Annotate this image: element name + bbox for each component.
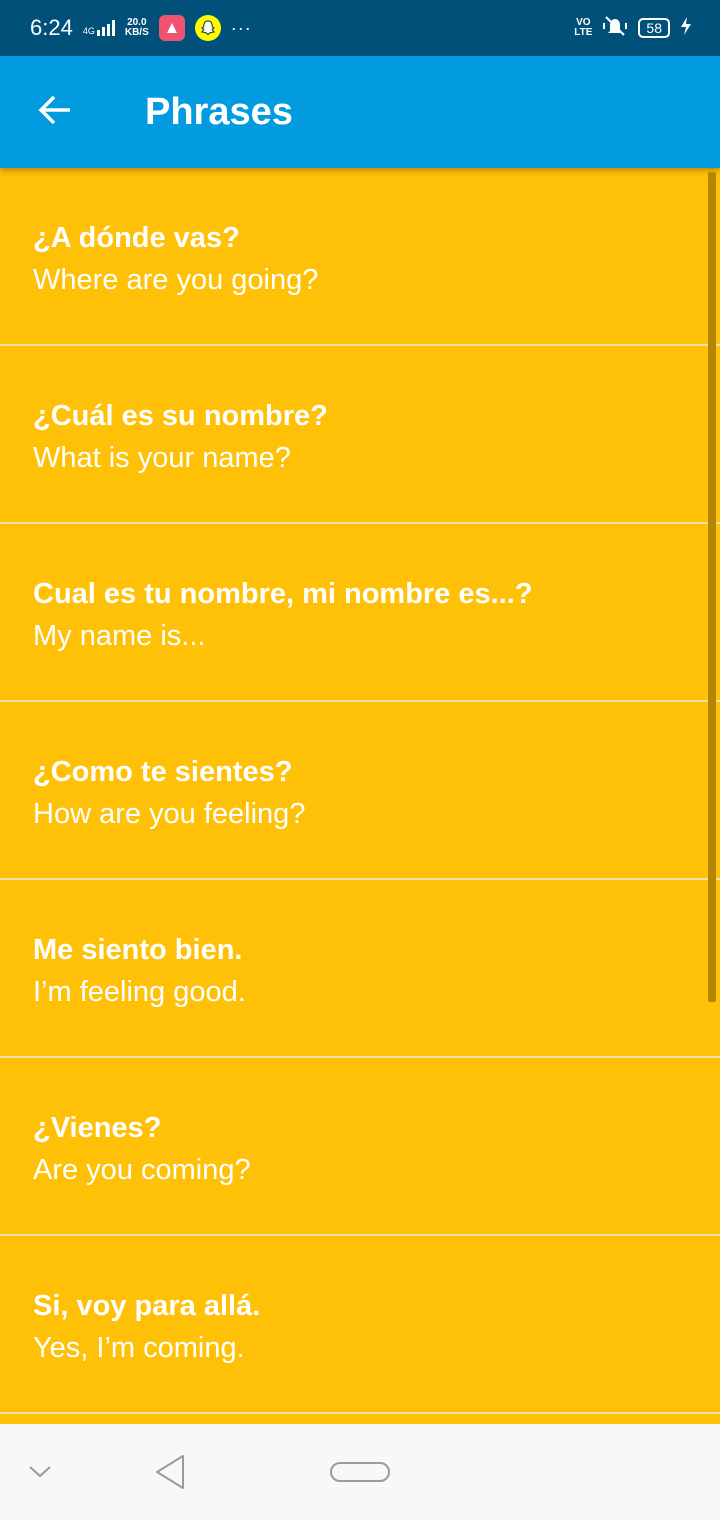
english-translation: How are you feeling? bbox=[33, 798, 306, 830]
status-bar: 6:24 4G 20.0 KB/S ··· VO LTE 58 bbox=[0, 0, 720, 56]
spanish-phrase: Si, voy para allá. bbox=[33, 1290, 261, 1322]
back-button[interactable] bbox=[0, 56, 112, 168]
battery-level: 58 bbox=[646, 20, 662, 36]
list-item[interactable]: ¿Vienes? Are you coming? bbox=[0, 1058, 720, 1236]
english-translation: Yes, I’m coming. bbox=[33, 1332, 245, 1364]
status-time: 6:24 bbox=[30, 15, 73, 40]
vibrate-icon bbox=[602, 15, 628, 42]
spanish-phrase: ¿Como te sientes? bbox=[33, 756, 293, 788]
spanish-phrase: ¿Vienes? bbox=[33, 1112, 162, 1144]
spanish-phrase: ¿Cuál es su nombre? bbox=[33, 400, 328, 432]
chevron-down-icon[interactable] bbox=[22, 1454, 58, 1490]
list-item[interactable]: ¿Como te sientes? How are you feeling? bbox=[0, 702, 720, 880]
english-translation: What is your name? bbox=[33, 442, 291, 474]
network-speed: 20.0 KB/S bbox=[124, 17, 149, 38]
charging-icon bbox=[680, 16, 692, 41]
snapchat-icon bbox=[194, 15, 221, 41]
english-translation: I’m feeling good. bbox=[33, 976, 246, 1008]
english-translation: Are you coming? bbox=[33, 1154, 251, 1186]
spanish-phrase: Cual es tu nombre, mi nombre es...? bbox=[33, 578, 533, 610]
page-title: Phrases bbox=[145, 90, 293, 133]
app-bar: Phrases bbox=[0, 56, 720, 168]
scrollbar[interactable] bbox=[708, 172, 716, 1002]
home-pill-icon[interactable] bbox=[328, 1460, 392, 1484]
volte-indicator: VO LTE bbox=[574, 17, 593, 38]
english-translation: Where are you going? bbox=[33, 264, 319, 296]
network-type: 4G bbox=[82, 26, 95, 36]
phrase-list[interactable]: ¿A dónde vas? Where are you going? ¿Cuál… bbox=[0, 168, 720, 1424]
list-item[interactable]: ¿Cuál es su nombre? What is your name? bbox=[0, 346, 720, 524]
more-notifications-icon: ··· bbox=[230, 17, 252, 38]
list-item[interactable]: Cual es tu nombre, mi nombre es...? My n… bbox=[0, 524, 720, 702]
system-nav-bar bbox=[0, 1424, 720, 1520]
back-triangle-icon[interactable] bbox=[148, 1450, 192, 1494]
spanish-phrase: Me siento bien. bbox=[33, 934, 243, 966]
list-item[interactable]: Me siento bien. I’m feeling good. bbox=[0, 880, 720, 1058]
arrow-left-icon bbox=[36, 90, 76, 135]
spanish-phrase: ¿A dónde vas? bbox=[33, 222, 240, 254]
app-notification-icon bbox=[158, 15, 185, 41]
english-translation: My name is... bbox=[33, 620, 206, 652]
list-item[interactable]: ¿A dónde vas? Where are you going? bbox=[0, 168, 720, 346]
battery-indicator: 58 bbox=[638, 18, 670, 38]
signal-icon: 4G bbox=[83, 20, 115, 36]
list-item[interactable]: Si, voy para allá. Yes, I’m coming. bbox=[0, 1236, 720, 1414]
